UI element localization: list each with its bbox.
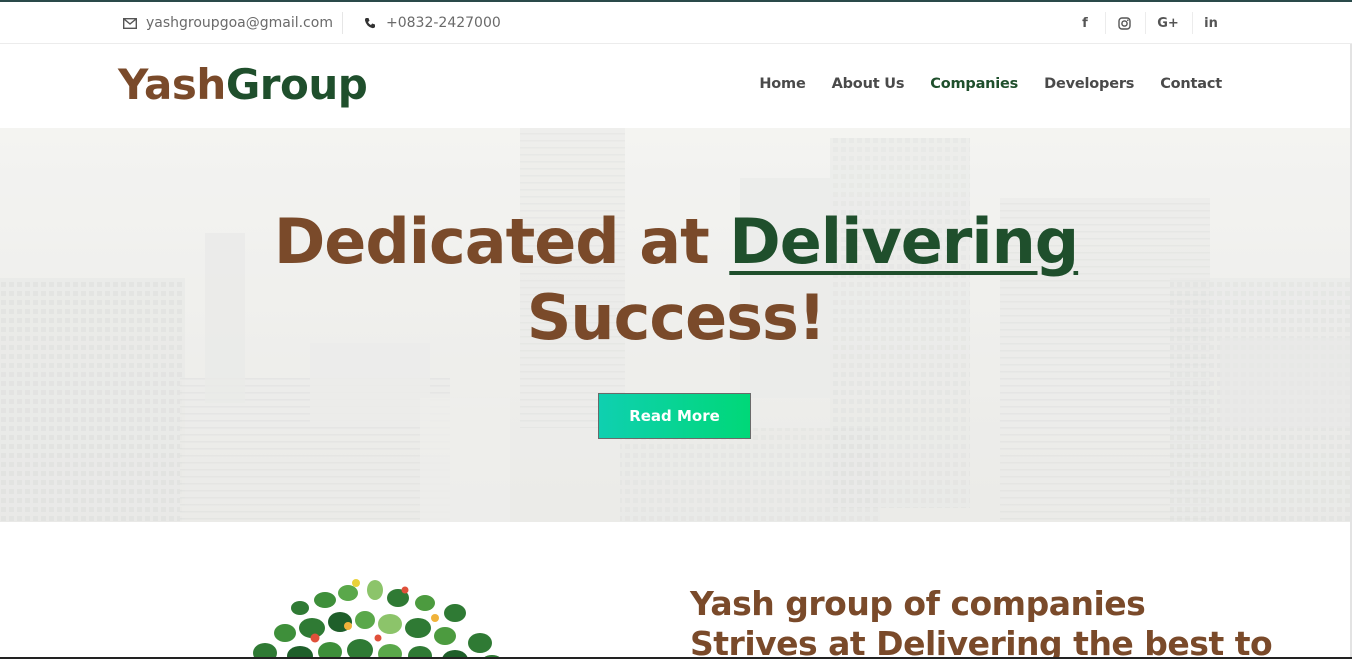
hero-title-highlight: Delivering [729,205,1079,278]
topbar-divider [342,12,343,34]
phone-text: +0832-2427000 [386,15,501,31]
site-logo[interactable]: YashGroup [118,60,368,110]
about-section: Yash group of companies Strives at Deliv… [0,522,1352,659]
hero-banner: Dedicated at Delivering Success! Read Mo… [0,128,1352,522]
logo-text-group: Group [225,60,368,109]
facebook-icon[interactable]: f [1067,2,1103,44]
envelope-icon [122,15,138,31]
linkedin-icon[interactable]: in [1193,2,1229,44]
top-bar: yashgroupgoa@gmail.com +0832-2427000 f G… [0,2,1352,44]
hero-title-part1: Dedicated at [273,205,730,278]
hands-cluster [253,579,502,659]
nav-companies[interactable]: Companies [930,76,1018,92]
hero-headline: Dedicated at Delivering Success! [0,204,1352,356]
site-header: YashGroup Home About Us Companies Develo… [0,44,1352,128]
about-heading: Yash group of companies Strives at Deliv… [690,584,1310,659]
read-more-button[interactable]: Read More [598,393,751,439]
social-divider [1145,12,1146,34]
google-plus-icon[interactable]: G+ [1150,2,1186,44]
about-heading-line2: Strives at Delivering the best to [690,624,1273,659]
hands-tree-illustration [253,579,502,659]
instagram-icon[interactable] [1106,2,1142,44]
logo-text-yash: Yash [118,60,226,109]
about-heading-line1: Yash group of companies [690,584,1146,623]
hero-title-part2: Success! [526,281,826,354]
nav-developers[interactable]: Developers [1044,76,1134,92]
nav-home[interactable]: Home [759,76,805,92]
email-text: yashgroupgoa@gmail.com [146,15,333,31]
phone-icon [362,15,378,31]
nav-contact[interactable]: Contact [1160,76,1222,92]
main-nav: Home About Us Companies Developers Conta… [759,44,1222,124]
contact-phone[interactable]: +0832-2427000 [362,2,501,44]
contact-email[interactable]: yashgroupgoa@gmail.com [122,2,333,44]
nav-about[interactable]: About Us [832,76,905,92]
